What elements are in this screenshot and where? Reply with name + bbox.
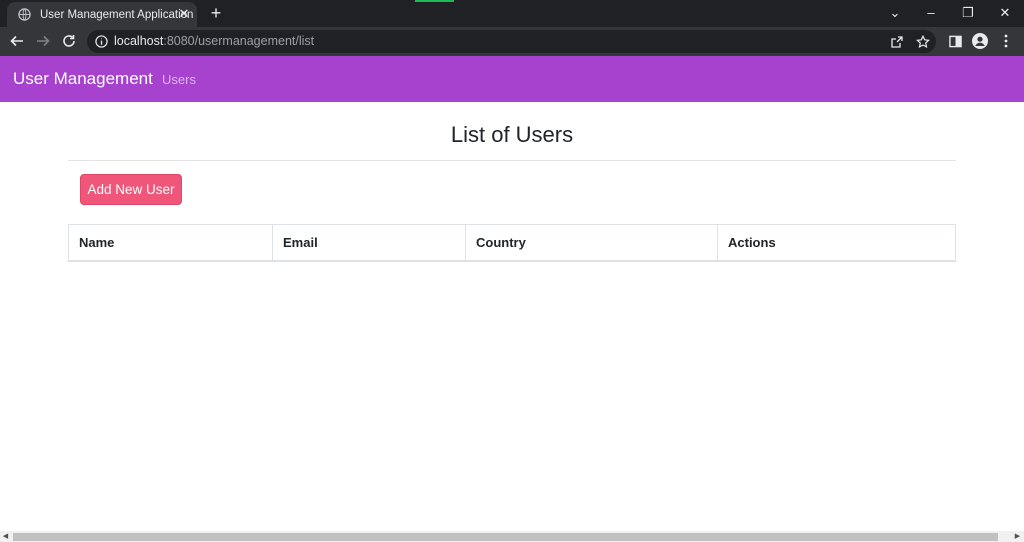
app-navbar: User Management Users xyxy=(0,56,1024,102)
profile-icon[interactable] xyxy=(972,33,988,49)
add-new-user-button[interactable]: Add New User xyxy=(80,174,182,205)
browser-tabstrip: User Management Application ✕ + ⌄ – ❐ ✕ xyxy=(0,0,1024,27)
column-header-name: Name xyxy=(69,225,273,261)
divider xyxy=(68,160,956,161)
scrollbar-thumb[interactable] xyxy=(13,533,998,541)
url-host: localhost xyxy=(114,34,164,48)
window-close-icon[interactable]: ✕ xyxy=(996,4,1014,22)
restore-icon[interactable]: ❐ xyxy=(959,4,977,22)
browser-toolbar: localhost:8080/usermanagement/list xyxy=(0,27,1024,56)
minimize-icon[interactable]: – xyxy=(922,4,940,22)
menu-dots-icon[interactable] xyxy=(998,33,1014,49)
tab-title: User Management Application xyxy=(40,8,194,21)
nav-link-users[interactable]: Users xyxy=(162,72,196,87)
share-icon[interactable] xyxy=(889,34,904,49)
page-title: List of Users xyxy=(450,122,574,147)
info-icon[interactable] xyxy=(95,35,108,48)
tab-close-icon[interactable]: ✕ xyxy=(177,7,191,21)
horizontal-scrollbar[interactable]: ◀ ▶ xyxy=(0,531,1024,542)
side-panel-icon[interactable] xyxy=(947,33,963,49)
new-tab-button[interactable]: + xyxy=(207,4,225,22)
users-table: Name Email Country Actions xyxy=(68,224,956,262)
column-header-country: Country xyxy=(466,225,718,261)
url-text[interactable]: localhost:8080/usermanagement/list xyxy=(114,34,314,48)
brand-link[interactable]: User Management xyxy=(13,69,153,89)
browser-tab[interactable]: User Management Application ✕ xyxy=(7,2,197,27)
column-header-email: Email xyxy=(273,225,466,261)
address-bar[interactable]: localhost:8080/usermanagement/list xyxy=(87,30,936,53)
scroll-left-arrow-icon[interactable]: ◀ xyxy=(1,532,10,541)
scroll-right-arrow-icon[interactable]: ▶ xyxy=(1013,532,1022,541)
forward-arrow-icon[interactable] xyxy=(34,32,52,50)
url-path: :8080/usermanagement/list xyxy=(163,34,315,48)
media-indicator xyxy=(415,0,454,2)
tab-search-icon[interactable]: ⌄ xyxy=(886,4,904,22)
bookmark-star-icon[interactable] xyxy=(915,34,930,49)
globe-icon xyxy=(17,8,31,22)
back-arrow-icon[interactable] xyxy=(8,32,26,50)
reload-icon[interactable] xyxy=(60,32,78,50)
column-header-actions: Actions xyxy=(728,235,776,250)
